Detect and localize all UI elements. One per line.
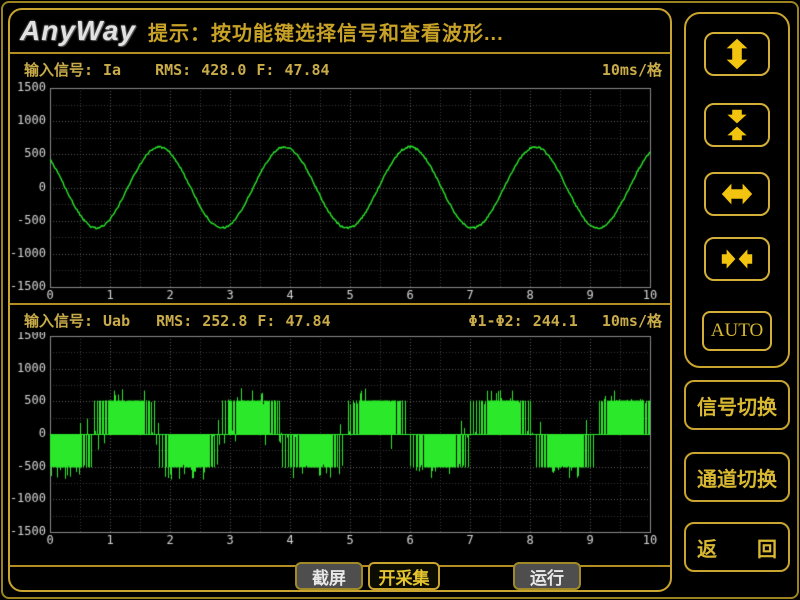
vertical-expand-button[interactable]	[704, 32, 770, 76]
voltage-chart-header: 输入信号: Uab RMS: 252.8 F: 47.84 Φ1-Φ2: 244…	[24, 310, 662, 331]
channel-switch-button[interactable]: 通道切换	[684, 452, 790, 502]
auto-button[interactable]: AUTO	[702, 311, 772, 351]
signal-switch-button[interactable]: 信号切换	[684, 380, 790, 430]
freq-value: 47.84	[284, 61, 329, 79]
signal-name: Ia	[103, 61, 121, 79]
input-signal-label: 输入信号:	[24, 310, 93, 331]
horizontal-compress-icon	[718, 243, 756, 275]
rms-value: 252.8	[202, 312, 247, 330]
scale-button-group: AUTO	[684, 12, 790, 368]
sidebar: AUTO 信号切换 通道切换 返 回	[683, 8, 793, 592]
main-display-area: AnyWay 提示：按功能键选择信号和查看波形... 输入信号: Ia RMS:…	[8, 8, 672, 592]
ia-waveform-plot	[10, 78, 670, 300]
horizontal-compress-button[interactable]	[704, 237, 770, 281]
run-button[interactable]: 运行	[513, 562, 581, 590]
timebase-label: 10ms/格	[602, 59, 662, 80]
screenshot-button[interactable]: 截屏	[295, 562, 363, 590]
current-waveform-panel: 输入信号: Ia RMS: 428.0 F: 47.84 10ms/格	[10, 54, 670, 305]
vertical-compress-icon	[718, 109, 756, 141]
hint-text: 提示：按功能键选择信号和查看波形...	[148, 17, 504, 46]
signal-name: Uab	[103, 312, 130, 330]
phase-label: Φ1-Φ2:	[469, 312, 523, 330]
title-bar: AnyWay 提示：按功能键选择信号和查看波形...	[10, 10, 670, 54]
voltage-waveform-panel: 输入信号: Uab RMS: 252.8 F: 47.84 Φ1-Φ2: 244…	[10, 305, 670, 567]
anyway-logo: AnyWay	[20, 15, 136, 47]
vertical-compress-button[interactable]	[704, 103, 770, 147]
freq-label: F:	[256, 61, 274, 79]
rms-label: RMS:	[155, 61, 191, 79]
uab-waveform-plot	[10, 332, 670, 558]
bottom-button-bar: 截屏 开采集 运行	[10, 557, 670, 590]
freq-value: 47.84	[285, 312, 330, 330]
horizontal-expand-button[interactable]	[704, 172, 770, 216]
rms-label: RMS:	[156, 312, 192, 330]
phase-value: 244.1	[533, 312, 578, 330]
freq-label: F:	[257, 312, 275, 330]
return-button[interactable]: 返 回	[684, 522, 790, 572]
rms-value: 428.0	[201, 61, 246, 79]
start-capture-button[interactable]: 开采集	[368, 562, 440, 590]
current-chart-header: 输入信号: Ia RMS: 428.0 F: 47.84 10ms/格	[24, 59, 662, 80]
vertical-expand-icon	[718, 38, 756, 70]
input-signal-label: 输入信号:	[24, 59, 93, 80]
horizontal-expand-icon	[718, 178, 756, 210]
timebase-label: 10ms/格	[602, 310, 662, 331]
